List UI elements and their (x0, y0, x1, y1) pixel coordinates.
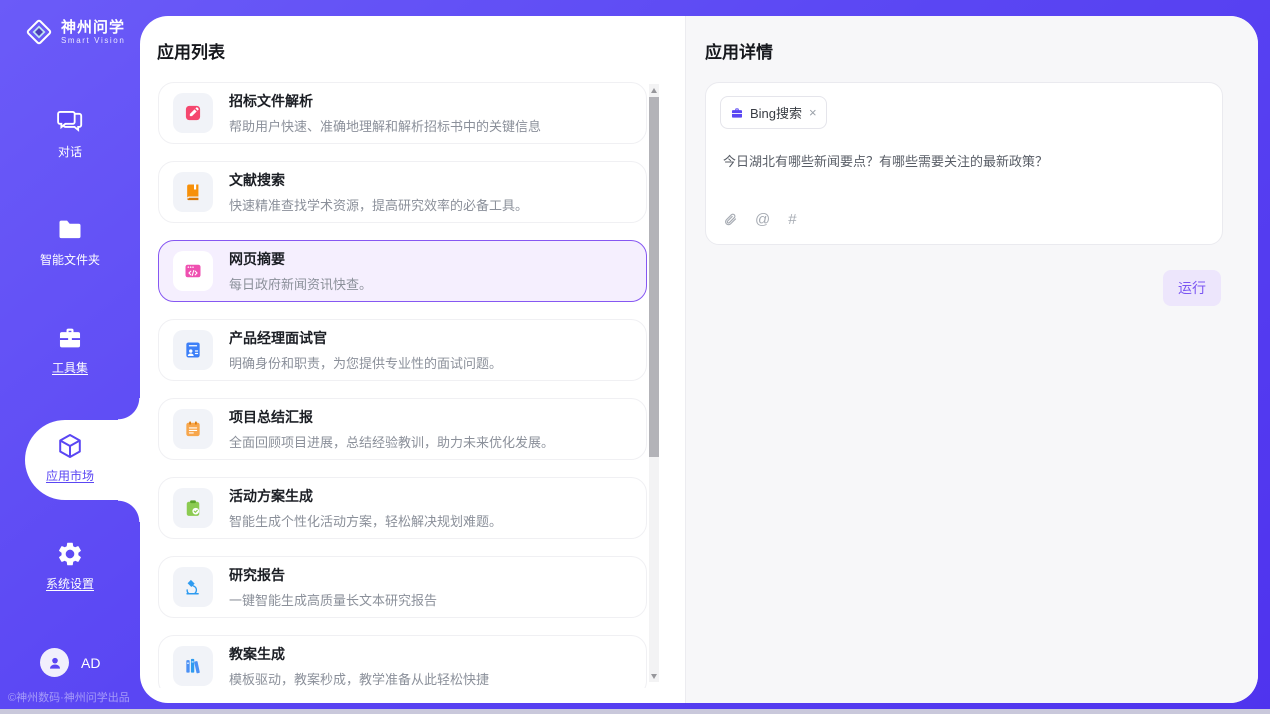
app-desc: 明确身份和职责，为您提供专业性的面试问题。 (229, 353, 502, 372)
sidebar-item-app-market[interactable]: 应用市场 (0, 432, 140, 484)
mention-icon[interactable]: @ (755, 211, 770, 228)
sidebar-item-label: 工具集 (0, 359, 140, 376)
app-desc: 一键智能生成高质量长文本研究报告 (229, 590, 437, 609)
app-name: 招标文件解析 (229, 91, 541, 111)
app-card-web-summary[interactable]: 网页摘要 每日政府新闻资讯快查。 (158, 240, 647, 302)
bottom-strip (0, 709, 1270, 714)
app-list-pane: 应用列表 招标文件解析 帮助用户快速、准确地理解和解析招标书中的关键信息 (140, 16, 685, 703)
cube-icon (0, 432, 140, 460)
app-desc: 帮助用户快速、准确地理解和解析招标书中的关键信息 (229, 116, 541, 135)
app-desc: 快速精准查找学术资源，提高研究效率的必备工具。 (229, 195, 528, 214)
avatar (40, 648, 69, 677)
app-card-pm-interviewer[interactable]: 产品经理面试官 明确身份和职责，为您提供专业性的面试问题。 (158, 319, 647, 381)
sidebar: 神州问学 Smart Vision 对话 智能文件夹 (0, 0, 140, 714)
app-name: 产品经理面试官 (229, 328, 502, 348)
run-button[interactable]: 运行 (1163, 270, 1221, 306)
app-list-title: 应用列表 (157, 38, 225, 63)
microscope-icon (173, 567, 213, 607)
chat-icon (0, 108, 140, 136)
app-card-lesson-plan[interactable]: 教案生成 模板驱动，教案秒成，教学准备从此轻松快捷 (158, 635, 647, 688)
interview-doc-icon (173, 330, 213, 370)
app-desc: 每日政府新闻资讯快查。 (229, 274, 372, 293)
app-detail-pane: 应用详情 Bing搜索 × 今日湖北有哪些新闻要点？有哪些需要关注的最新政策？ … (685, 16, 1258, 703)
prompt-toolbar: @ # (723, 211, 797, 228)
user-initials: AD (81, 655, 100, 671)
brand: 神州问学 Smart Vision (24, 17, 125, 47)
edit-doc-icon (173, 93, 213, 133)
app-name: 教案生成 (229, 644, 489, 664)
sidebar-item-label: 智能文件夹 (0, 251, 140, 268)
app-card-bid-analysis[interactable]: 招标文件解析 帮助用户快速、准确地理解和解析招标书中的关键信息 (158, 82, 647, 144)
sidebar-item-toolbox[interactable]: 工具集 (0, 324, 140, 376)
attachment-icon[interactable] (723, 212, 737, 227)
sidebar-item-smart-folder[interactable]: 智能文件夹 (0, 216, 140, 268)
bubble-corner-bottom (118, 500, 140, 522)
sidebar-item-label: 应用市场 (0, 467, 140, 484)
tool-tag-label: Bing搜索 (750, 103, 802, 122)
folder-icon (0, 216, 140, 244)
book-icon (173, 172, 213, 212)
app-card-event-plan[interactable]: 活动方案生成 智能生成个性化活动方案，轻松解决规划难题。 (158, 477, 647, 539)
app-detail-title: 应用详情 (705, 38, 773, 63)
bubble-corner-top (118, 398, 140, 420)
app-name: 项目总结汇报 (229, 407, 554, 427)
tool-tag-bing-search[interactable]: Bing搜索 × (720, 96, 827, 129)
sidebar-item-chat[interactable]: 对话 (0, 108, 140, 160)
scroll-up-arrow-icon[interactable] (649, 84, 659, 96)
main-panel: 应用列表 招标文件解析 帮助用户快速、准确地理解和解析招标书中的关键信息 (140, 16, 1258, 703)
brand-subtitle: Smart Vision (61, 36, 125, 45)
app-name: 网页摘要 (229, 249, 372, 269)
app-card-literature-search[interactable]: 文献搜索 快速精准查找学术资源，提高研究效率的必备工具。 (158, 161, 647, 223)
app-desc: 模板驱动，教案秒成，教学准备从此轻松快捷 (229, 669, 489, 688)
prompt-card[interactable]: Bing搜索 × 今日湖北有哪些新闻要点？有哪些需要关注的最新政策？ @ # (705, 82, 1223, 245)
books-icon (173, 646, 213, 686)
copyright-footer: ©神州数码·神州问学出品 (8, 689, 130, 705)
prompt-input[interactable]: 今日湖北有哪些新闻要点？有哪些需要关注的最新政策？ (723, 151, 1203, 170)
app-list-scrollbar[interactable] (649, 84, 659, 682)
app-name: 文献搜索 (229, 170, 528, 190)
browser-code-icon (173, 251, 213, 291)
clipboard-check-icon (173, 488, 213, 528)
sidebar-item-settings[interactable]: 系统设置 (0, 540, 140, 592)
hash-icon[interactable]: # (788, 211, 796, 228)
person-icon (47, 655, 63, 671)
scroll-down-arrow-icon[interactable] (649, 670, 659, 682)
app-list: 招标文件解析 帮助用户快速、准确地理解和解析招标书中的关键信息 文献搜索 快速精… (158, 82, 648, 688)
app-name: 活动方案生成 (229, 486, 502, 506)
app-card-research-report[interactable]: 研究报告 一键智能生成高质量长文本研究报告 (158, 556, 647, 618)
sidebar-item-label: 系统设置 (0, 575, 140, 592)
briefcase-icon (730, 106, 744, 120)
app-desc: 智能生成个性化活动方案，轻松解决规划难题。 (229, 511, 502, 530)
brand-name: 神州问学 (61, 19, 125, 36)
diamond-logo-icon (24, 17, 54, 47)
gear-icon (0, 540, 140, 568)
app-desc: 全面回顾项目进展，总结经验教训，助力未来优化发展。 (229, 432, 554, 451)
app-card-project-summary[interactable]: 项目总结汇报 全面回顾项目进展，总结经验教训，助力未来优化发展。 (158, 398, 647, 460)
report-note-icon (173, 409, 213, 449)
toolbox-icon (0, 324, 140, 352)
close-icon[interactable]: × (809, 106, 817, 119)
user-account[interactable]: AD (40, 648, 100, 677)
scrollbar-thumb[interactable] (649, 97, 659, 457)
app-name: 研究报告 (229, 565, 437, 585)
sidebar-item-label: 对话 (0, 143, 140, 160)
